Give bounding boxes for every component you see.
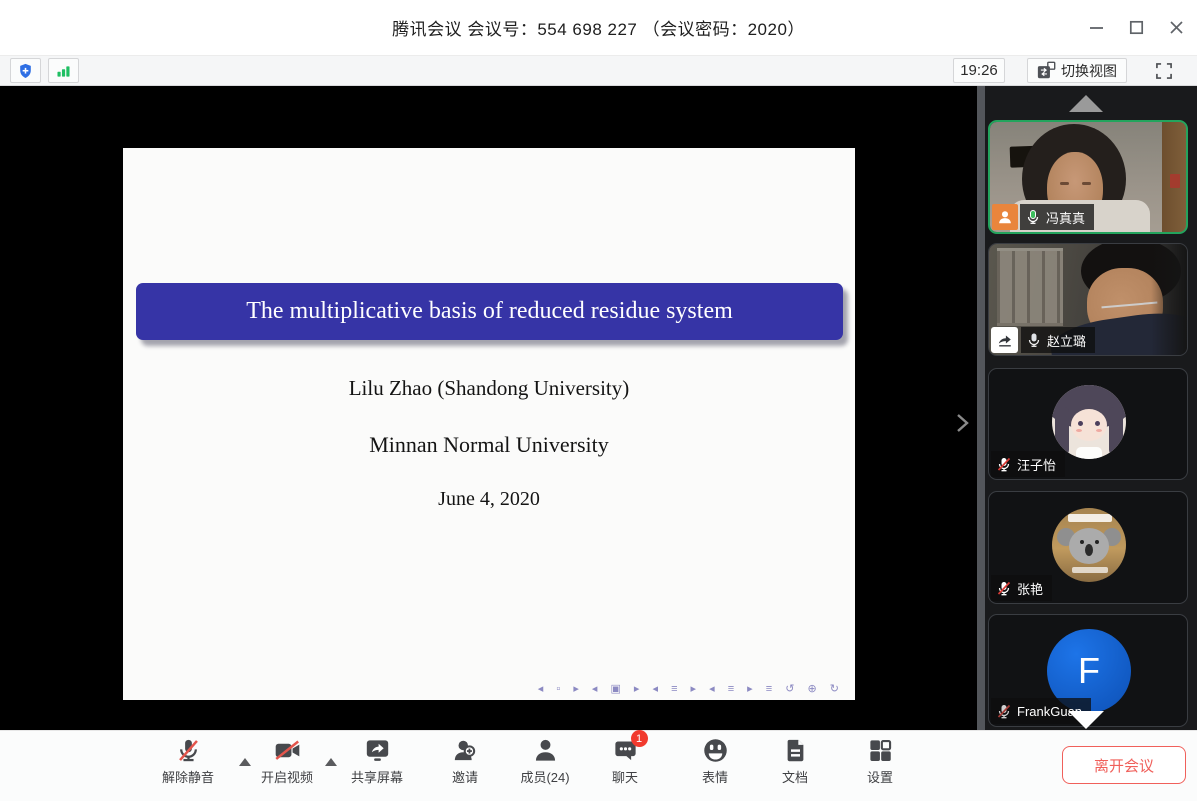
main-area: The multiplicative basis of reduced resi… [0,86,1197,730]
meeting-timer: 19:26 [953,58,1005,83]
participant-tile-wangziyi[interactable]: 汪子怡 [988,368,1188,480]
chat-label: 聊天 [612,767,638,786]
mic-on-icon [1025,209,1041,226]
window-title: 腾讯会议 会议号：554 698 227 （会议密码：2020） [392,15,805,40]
tencent-meeting-window: 腾讯会议 会议号：554 698 227 （会议密码：2020） [0,0,1197,801]
settings-label: 设置 [867,767,893,786]
network-signal-icon [55,61,72,81]
sharing-screen-badge-icon [991,327,1018,353]
participant-footer: 汪子怡 [991,451,1065,477]
emoji-button[interactable]: 表情 [685,737,745,786]
start-video-button[interactable]: 开启视频 [257,737,317,786]
members-button[interactable]: 成员(24) [515,737,575,786]
participant-footer: 张艳 [991,575,1052,601]
settings-button[interactable]: 设置 [850,737,910,786]
start-video-label: 开启视频 [261,767,313,786]
shield-plus-icon [17,61,34,81]
mic-muted-icon [996,456,1012,473]
emoji-smiley-icon [702,737,729,764]
participant-footer: 冯真真 [992,204,1094,230]
participant-name: 冯真真 [1046,208,1085,227]
chat-unread-badge: 1 [631,730,648,747]
invite-button[interactable]: 邀请 [435,737,495,786]
slide-title: The multiplicative basis of reduced resi… [246,298,733,325]
slide-institution: Minnan Normal University [123,432,855,458]
participant-tile-zhaolilu[interactable]: 赵立璐 [988,243,1188,356]
video-options-caret[interactable] [325,758,337,766]
top-toolbar: 19:26 切换视图 [0,55,1197,86]
mic-muted-icon [175,737,202,764]
host-badge-icon [992,204,1018,230]
presentation-slide: The multiplicative basis of reduced resi… [123,148,855,700]
bottom-toolbar: 解除静音 开启视频 共享屏幕 [0,730,1197,801]
close-icon [1169,20,1184,35]
share-screen-button[interactable]: 共享屏幕 [347,737,407,786]
slide-title-banner: The multiplicative basis of reduced resi… [136,283,843,340]
participant-footer: 赵立璐 [991,327,1095,353]
slide-date: June 4, 2020 [123,488,855,511]
minimize-button[interactable] [1087,19,1105,37]
chevron-right-icon [956,411,970,435]
participant-name-label: 张艳 [991,575,1052,601]
document-icon [782,737,809,764]
fullscreen-icon [1154,61,1174,81]
participant-name-label: 冯真真 [1020,204,1094,230]
participants-sidebar: 冯真真 [985,86,1197,730]
close-button[interactable] [1167,19,1185,37]
shared-screen-area: The multiplicative basis of reduced resi… [0,86,977,730]
share-screen-icon [364,737,391,764]
participant-name: 张艳 [1017,579,1043,598]
unmute-label: 解除静音 [162,767,214,786]
meeting-health-button[interactable] [10,58,41,83]
camera-off-icon [274,737,301,764]
documents-button[interactable]: 文档 [765,737,825,786]
participant-name: 汪子怡 [1017,455,1056,474]
leave-meeting-label: 离开会议 [1094,755,1154,776]
participant-tile-zhangyan[interactable]: 张艳 [988,491,1188,604]
participant-name: 赵立璐 [1047,331,1086,350]
switch-view-icon [1037,61,1056,80]
switch-view-label: 切换视图 [1061,61,1117,81]
maximize-button[interactable] [1127,19,1145,37]
leave-meeting-button[interactable]: 离开会议 [1062,746,1186,784]
mic-muted-icon [996,703,1012,720]
chat-icon-wrap: 1 [612,737,639,764]
unmute-button[interactable]: 解除静音 [158,737,218,786]
documents-label: 文档 [782,767,808,786]
participant-name-label: 汪子怡 [991,451,1065,477]
emoji-label: 表情 [702,767,728,786]
members-label: 成员(24) [520,767,569,786]
invite-person-plus-icon [452,737,479,764]
mic-options-caret[interactable] [239,758,251,766]
time-text: 19:26 [960,62,998,79]
fullscreen-button[interactable] [1149,58,1179,84]
title-bar: 腾讯会议 会议号：554 698 227 （会议密码：2020） [0,0,1197,55]
avatar [1052,508,1126,582]
maximize-icon [1129,20,1144,35]
mic-muted-icon [996,580,1012,597]
minimize-icon [1089,20,1104,35]
beamer-navigation-icons: ◂ ▫ ▸ ◂ ▣ ▸ ◂ ≡ ▸ ◂ ≡ ▸ ≡ ↺ ⊕ ↻ [538,682,841,695]
share-screen-label: 共享屏幕 [351,767,403,786]
slide-author: Lilu Zhao (Shandong University) [123,376,855,401]
mic-on-icon [1026,332,1042,349]
participant-tile-fengzhenzhen[interactable]: 冯真真 [988,120,1188,234]
sidebar-divider[interactable] [977,86,985,730]
members-person-icon [532,737,559,764]
network-status-button[interactable] [48,58,79,83]
initial-letter: F [1078,650,1100,692]
scroll-up-arrow[interactable] [1069,95,1103,112]
chat-button[interactable]: 1 聊天 [595,737,655,786]
window-controls [1087,0,1185,55]
scroll-down-arrow[interactable] [1068,711,1104,729]
invite-label: 邀请 [452,767,478,786]
settings-grid-icon [867,737,894,764]
avatar [1052,385,1126,459]
participant-name-label: 赵立璐 [1021,327,1095,353]
switch-view-button[interactable]: 切换视图 [1027,58,1127,83]
collapse-sidebar-chevron[interactable] [950,408,976,438]
